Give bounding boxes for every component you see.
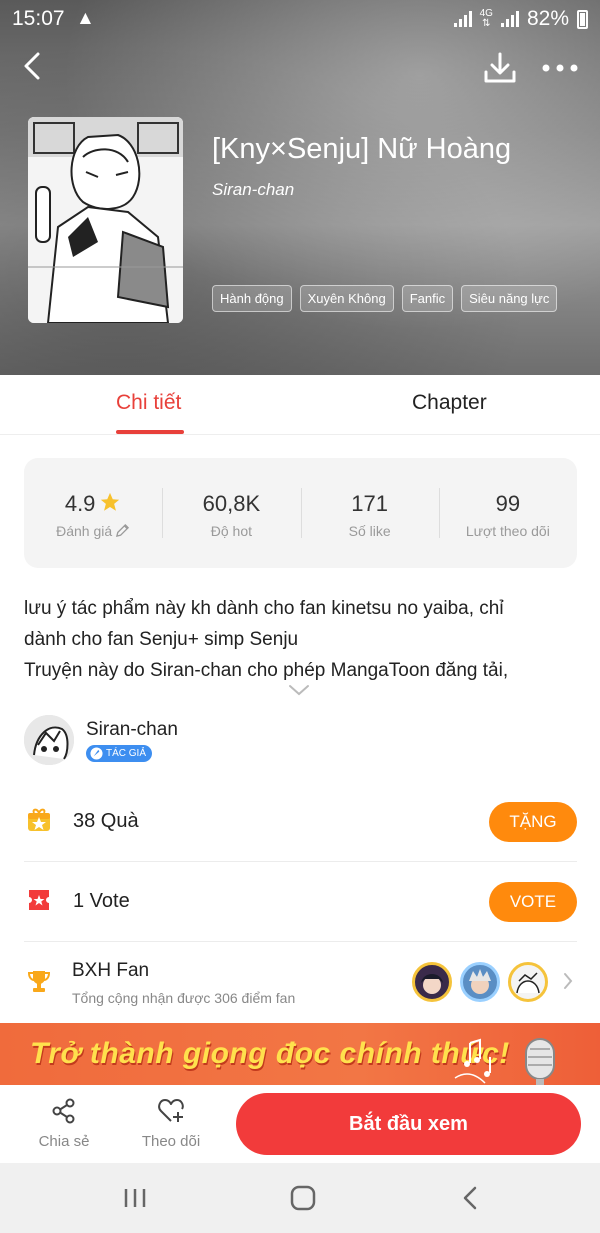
fan-ranking-title: BXH Fan [72, 960, 150, 981]
microphone-icon [525, 1038, 555, 1085]
author-badge: TÁC GIẢ [86, 745, 153, 762]
pencil-icon [116, 523, 130, 538]
likes-label: Số like [348, 523, 391, 539]
tab-chapter[interactable]: Chapter [412, 391, 487, 415]
followers-label: Lượt theo dõi [465, 523, 550, 539]
author-badge-label: TÁC GIẢ [106, 748, 147, 759]
stat-hot: 60,8K Độ hot [162, 458, 300, 568]
fan-ranking-subtitle: Tổng cộng nhận được 306 điểm fan [72, 990, 296, 1006]
fan-avatar [412, 962, 452, 1002]
stat-likes: 171 Số like [300, 458, 439, 568]
trophy-icon [27, 971, 51, 992]
network-type: 4G ⇅ [479, 8, 493, 29]
fan-ranking-row[interactable]: BXH Fan Tổng cộng nhận được 306 điểm fan [24, 942, 577, 1022]
warning-icon: ▲ [76, 8, 95, 29]
bottom-action-bar: Chia sẻ Theo dõi Bắt đầu xem [0, 1085, 600, 1163]
vote-count: 1 Vote [73, 890, 130, 912]
cell-signal-icon [500, 11, 519, 27]
share-icon [52, 1098, 75, 1124]
genre-tags: Hành động Xuyên Không Fanfic Siêu năng l… [212, 285, 558, 312]
start-reading-button[interactable]: Bắt đầu xem [236, 1093, 581, 1155]
quill-icon [90, 747, 103, 760]
stat-rating[interactable]: 4.9 Đánh giá [24, 458, 162, 568]
story-description[interactable]: lưu ý tác phẩm này kh dành cho fan kinet… [24, 593, 574, 686]
music-notes-icon [454, 1038, 491, 1084]
follow-label: Theo dõi [141, 1133, 201, 1150]
status-bar: 15:07 ▲ 4G ⇅ 82% [0, 0, 600, 38]
stats-card: 4.9 Đánh giá 60,8K Độ hot 171 Số like 99… [24, 458, 577, 568]
followers-value: 99 [495, 491, 521, 516]
star-icon [101, 492, 120, 511]
story-cover-image [28, 117, 183, 323]
recent-apps-icon[interactable] [120, 1185, 150, 1211]
avatar [24, 715, 74, 765]
more-options-icon[interactable] [540, 58, 580, 78]
story-title: [Kny×Senju] Nữ Hoàng [212, 133, 512, 165]
chevron-right-icon [564, 973, 573, 989]
gift-row: 38 Quà TẶNG [24, 782, 577, 862]
genre-tag[interactable]: Xuyên Không [299, 285, 394, 312]
share-button[interactable]: Chia sẻ [24, 1097, 104, 1150]
fan-avatar [508, 962, 548, 1002]
rating-value: 4.9 [64, 491, 96, 516]
heart-plus-icon [158, 1099, 184, 1122]
likes-value: 171 [351, 491, 388, 516]
fan-avatar [460, 962, 500, 1002]
banner-text: Trở thành giọng đọc chính thức! [30, 1037, 510, 1070]
home-icon[interactable] [288, 1185, 318, 1211]
status-time: 15:07 [12, 7, 65, 30]
gift-count: 38 Quà [73, 810, 139, 832]
detail-content: 4.9 Đánh giá 60,8K Độ hot 171 Số like 99… [0, 435, 600, 1023]
genre-tag[interactable]: Hành động [212, 285, 292, 312]
description-line: dành cho fan Senju+ simp Senju [24, 629, 299, 650]
hot-value: 60,8K [202, 491, 261, 516]
rating-label: Đánh giá [56, 523, 113, 539]
stat-followers: 99 Lượt theo dõi [438, 458, 577, 568]
story-header: 15:07 ▲ 4G ⇅ 82% [Kny×Senju] Nữ Hoàng Si… [0, 0, 600, 375]
back-arrow-icon[interactable] [18, 48, 48, 84]
system-back-icon[interactable] [456, 1185, 486, 1211]
expand-chevron-icon[interactable] [288, 684, 310, 696]
wifi-signal-icon [453, 11, 472, 27]
gift-button[interactable]: TẶNG [489, 802, 577, 842]
vote-button[interactable]: VOTE [489, 882, 577, 922]
story-author[interactable]: Siran-chan [212, 180, 294, 200]
ticket-icon [29, 890, 49, 910]
follow-button[interactable]: Theo dõi [131, 1097, 211, 1150]
system-navigation-bar [0, 1163, 600, 1233]
genre-tag[interactable]: Siêu năng lực [461, 285, 558, 312]
author-row[interactable]: Siran-chan TÁC GIẢ [24, 715, 574, 767]
vote-row: 1 Vote VOTE [24, 862, 577, 942]
tab-detail[interactable]: Chi tiết [116, 391, 181, 415]
active-tab-indicator [116, 430, 184, 434]
hot-label: Độ hot [210, 523, 252, 539]
top-fans [412, 962, 552, 1002]
share-label: Chia sẻ [38, 1133, 90, 1150]
description-line: lưu ý tác phẩm này kh dành cho fan kinet… [24, 598, 504, 619]
gift-icon [28, 808, 50, 831]
author-name: Siran-chan [86, 719, 178, 740]
genre-tag[interactable]: Fanfic [401, 285, 454, 312]
voice-actor-banner[interactable]: Trở thành giọng đọc chính thức! [0, 1023, 600, 1085]
battery-level: 82% [526, 7, 569, 30]
download-icon[interactable] [482, 50, 518, 86]
battery-icon [577, 9, 588, 29]
description-line: Truyện này do Siran-chan cho phép MangaT… [24, 660, 509, 681]
tab-bar: Chi tiết Chapter [0, 375, 600, 435]
